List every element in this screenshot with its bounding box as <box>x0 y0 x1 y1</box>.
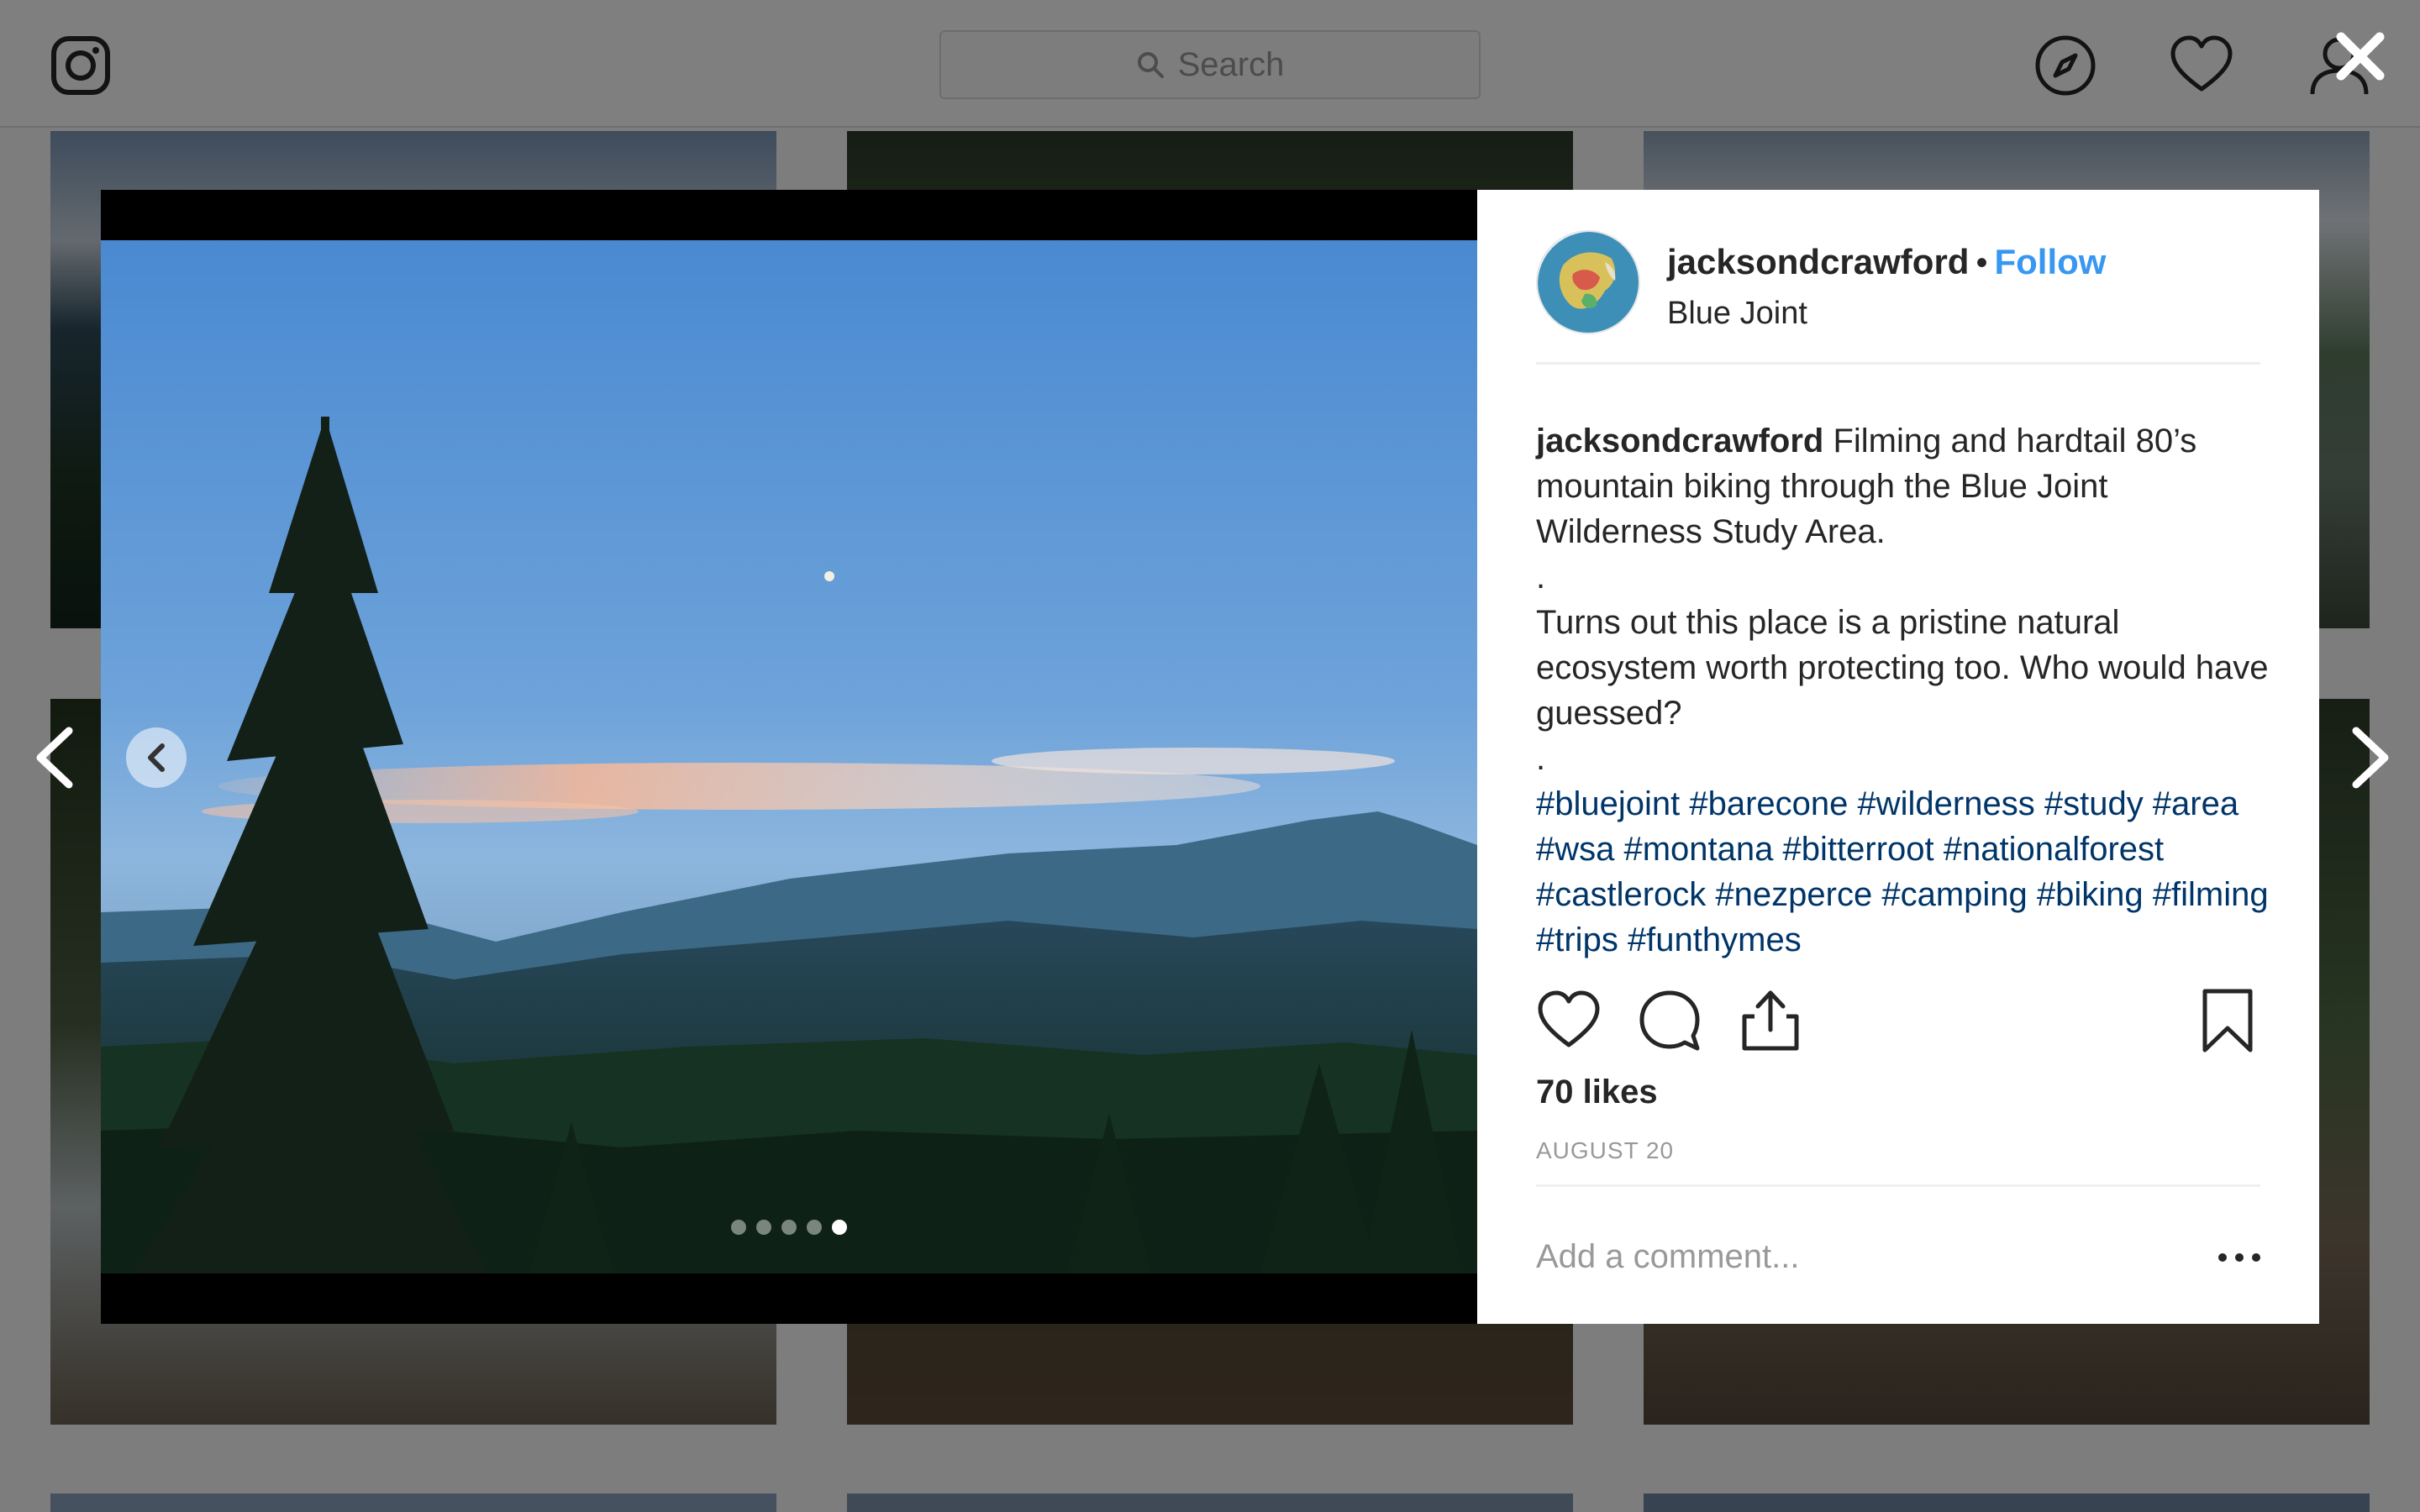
caption-separator: . <box>1536 740 1546 777</box>
post-location[interactable]: Blue Joint <box>1667 296 2106 332</box>
carousel-dot <box>832 1220 847 1235</box>
share-icon[interactable] <box>1738 988 1803 1053</box>
caption-text: Turns out this place is a pristine natur… <box>1536 604 2269 732</box>
post-details: jacksondcrawford • Follow Blue Joint jacks… <box>1477 190 2319 1324</box>
divider <box>1536 1184 2260 1187</box>
more-icon[interactable] <box>2218 1245 2260 1270</box>
chevron-right-icon[interactable] <box>2344 724 2395 791</box>
caption-username[interactable]: jacksondcrawford <box>1536 423 1823 459</box>
comment-icon[interactable] <box>1637 988 1702 1053</box>
post-modal: jacksondcrawford • Follow Blue Joint jacks… <box>101 190 2319 1324</box>
carousel-dots <box>101 1220 1477 1235</box>
chevron-left-icon <box>148 743 165 772</box>
avatar[interactable] <box>1536 230 1640 334</box>
likes-count[interactable]: 70 likes <box>1536 1074 1658 1111</box>
post-date[interactable]: AUGUST 20 <box>1536 1137 1674 1164</box>
heart-icon[interactable] <box>1536 988 1602 1053</box>
post-caption: jacksondcrawford Filming and hardtail 80… <box>1536 418 2272 963</box>
post-photo[interactable] <box>101 240 1477 1273</box>
post-actions <box>1536 988 2260 1063</box>
post-media <box>101 190 1477 1324</box>
caption-separator: . <box>1536 559 1546 596</box>
follow-button[interactable]: Follow <box>1994 242 2106 281</box>
close-icon[interactable] <box>2334 30 2386 82</box>
comment-input[interactable] <box>1536 1231 2175 1282</box>
bookmark-icon[interactable] <box>2195 988 2260 1053</box>
carousel-dot <box>781 1220 797 1235</box>
post-username[interactable]: jacksondcrawford <box>1667 242 1969 281</box>
carousel-dot <box>731 1220 746 1235</box>
carousel-dot <box>807 1220 822 1235</box>
chevron-left-icon[interactable] <box>30 724 81 791</box>
carousel-dot <box>756 1220 771 1235</box>
separator-dot: • <box>1975 244 1988 281</box>
carousel-prev-button[interactable] <box>126 727 187 788</box>
post-header: jacksondcrawford • Follow Blue Joint <box>1536 230 2260 365</box>
caption-hashtags[interactable]: #bluejoint #barecone #wilderness #study … <box>1536 781 2272 963</box>
post-header-text: jacksondcrawford • Follow Blue Joint <box>1667 242 2106 332</box>
